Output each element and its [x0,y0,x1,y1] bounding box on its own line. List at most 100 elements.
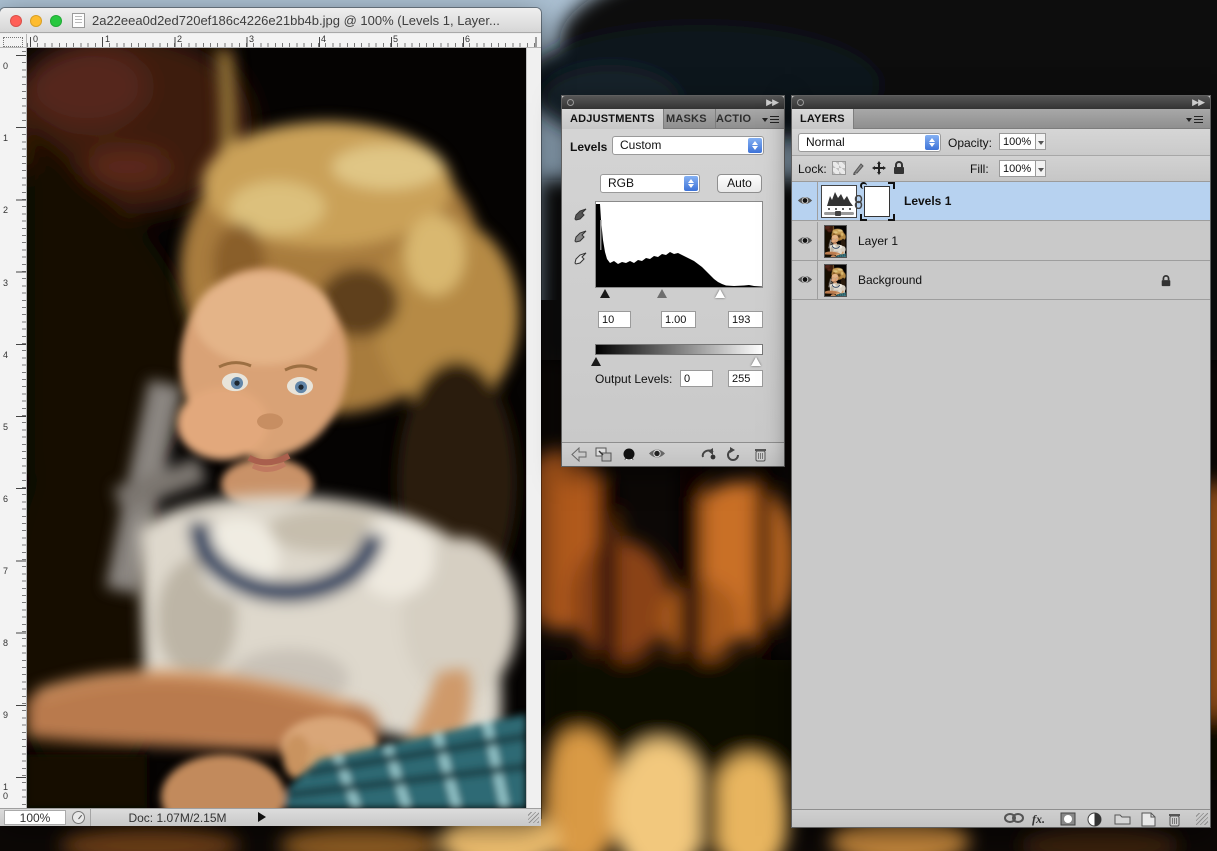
link-layers-icon[interactable] [1004,812,1024,824]
clip-to-layer-icon[interactable] [622,447,636,463]
new-adjustment-icon[interactable] [1087,812,1102,827]
document-size-info: Doc: 1.07M/2.15M [100,811,255,825]
ruler-number: 5 [3,423,8,432]
view-previous-state-icon[interactable] [700,447,717,461]
panel-resize-grip[interactable] [1196,813,1208,825]
panel-menu-icon[interactable] [762,114,780,125]
panel-drag-bar[interactable]: ▶▶ [792,96,1210,109]
blend-mode-row: Normal Opacity: [792,129,1210,156]
ruler-number: 6 [465,34,470,44]
gray-point-eyedropper-icon[interactable] [572,229,588,245]
status-clock-icon [72,811,85,824]
ruler-number: 6 [3,495,8,504]
output-highlight-slider[interactable] [751,357,761,366]
layer-thumbnail[interactable] [824,264,847,297]
layer-name[interactable]: Layer 1 [858,234,898,248]
lock-position-icon[interactable] [872,161,886,175]
layer-row-background[interactable]: Background [792,261,1210,300]
panel-drag-bar[interactable]: ▶▶ [562,96,784,109]
new-layer-icon[interactable] [1141,812,1156,827]
channel-select[interactable]: RGB [600,174,700,193]
shadow-input-field[interactable] [598,311,631,328]
opacity-dropdown-icon[interactable] [1036,133,1046,150]
ruler-number: 8 [3,639,8,648]
close-button[interactable] [10,15,22,27]
ruler-number: 7 [3,567,8,576]
blend-mode-select[interactable]: Normal [798,133,941,152]
collapse-to-icons-icon[interactable]: ▶▶ [1192,97,1204,108]
auto-button[interactable]: Auto [717,174,762,193]
highlight-input-field[interactable] [728,311,763,328]
fill-dropdown-icon[interactable] [1036,160,1046,177]
layer-row-layer-1[interactable]: Layer 1 [792,222,1210,261]
collapse-to-icons-icon[interactable]: ▶▶ [766,97,778,108]
opacity-field[interactable] [999,133,1036,150]
lock-label: Lock: [798,162,827,176]
output-shadow-field[interactable] [680,370,713,387]
ruler-number: 4 [321,34,326,44]
output-highlight-field[interactable] [728,370,763,387]
visibility-toggle[interactable] [792,222,818,260]
delete-layer-icon[interactable] [1168,812,1181,827]
reset-icon[interactable] [726,447,741,462]
background-lock-icon [1160,274,1172,288]
return-arrow-icon[interactable] [570,447,588,462]
ruler-number: 2 [3,206,8,215]
title-bar[interactable]: 2a22eea0d2ed720ef186c4226e21bb4b.jpg @ 1… [0,8,541,33]
levels-histogram [595,201,763,288]
layer-thumbnail[interactable] [824,225,847,258]
eye-icon [797,195,813,206]
output-shadow-slider[interactable] [591,357,601,366]
adjustments-panel: ▶▶ ADJUSTMENTS MASKS ACTIO Levels Custom… [561,95,785,467]
midtone-input-field[interactable] [661,311,696,328]
mask-link-icon[interactable] [854,195,863,209]
ruler-number: 0 [33,34,38,44]
panel-close-icon[interactable] [797,99,804,106]
tab-adjustments[interactable]: ADJUSTMENTS [562,109,664,129]
visibility-toggle[interactable] [792,182,818,220]
ruler-number: 2 [177,34,182,44]
ruler-number: 9 [3,711,8,720]
visibility-eye-icon[interactable] [648,447,666,460]
horizontal-ruler[interactable]: 0 1 2 3 4 5 6 [27,34,541,48]
lock-transparency-icon[interactable] [832,161,846,175]
scrollbar-track-vertical[interactable] [526,48,541,808]
midtone-input-slider[interactable] [657,289,667,298]
visibility-toggle[interactable] [792,261,818,299]
image-canvas[interactable] [27,48,526,808]
layer-style-icon[interactable]: fx. [1032,812,1045,827]
zoom-level-field[interactable]: 100% [4,810,66,825]
preset-select[interactable]: Custom [612,136,764,155]
panel-menu-icon[interactable] [1186,114,1204,125]
tab-layers[interactable]: LAYERS [792,109,854,129]
document-title: 2a22eea0d2ed720ef186c4226e21bb4b.jpg @ 1… [92,13,500,28]
layer-name[interactable]: Background [858,273,922,287]
layers-tabrow: LAYERS [792,109,1210,129]
ruler-number: 3 [249,34,254,44]
tab-actions[interactable]: ACTIO [708,109,759,129]
layer-mask-thumbnail[interactable] [864,186,890,217]
vertical-ruler[interactable]: 0 1 2 3 4 5 6 7 8 9 1 0 [0,48,27,808]
add-mask-icon[interactable] [1060,812,1076,826]
levels-adjustment-thumbnail[interactable] [821,185,857,218]
shadow-input-slider[interactable] [600,289,610,298]
layer-row-levels-1[interactable]: Levels 1 [792,182,1210,221]
delete-icon[interactable] [754,447,767,462]
document-proxy-icon [72,13,85,28]
highlight-input-slider[interactable] [715,289,725,298]
white-point-eyedropper-icon[interactable] [572,251,588,267]
black-point-eyedropper-icon[interactable] [572,207,588,223]
lock-paint-icon[interactable] [852,161,866,175]
lock-all-icon[interactable] [892,161,906,175]
layer-name[interactable]: Levels 1 [904,194,951,208]
zoom-button[interactable] [50,15,62,27]
status-menu-arrow[interactable] [258,812,266,822]
output-levels-label: Output Levels: [595,372,672,386]
window-resize-grip[interactable] [528,812,539,823]
fill-field[interactable] [999,160,1036,177]
ruler-number: 5 [393,34,398,44]
panel-close-icon[interactable] [567,99,574,106]
minimize-button[interactable] [30,15,42,27]
new-group-icon[interactable] [1114,812,1131,826]
expanded-view-icon[interactable] [595,447,613,462]
